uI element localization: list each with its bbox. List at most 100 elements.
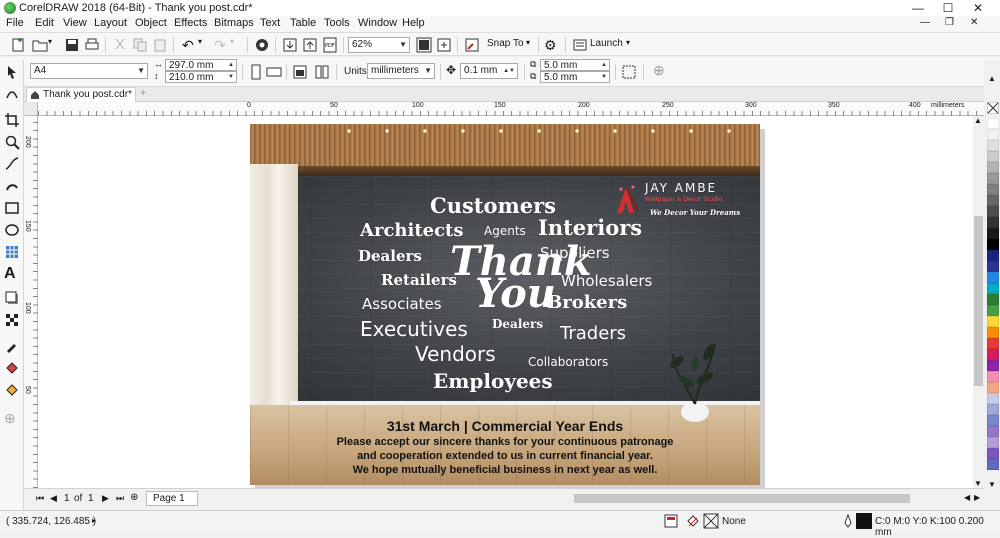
palette-swatch[interactable]	[987, 371, 999, 382]
menu-effects[interactable]: Effects	[174, 17, 207, 29]
smart-fill-icon[interactable]	[4, 382, 20, 398]
palette-swatch[interactable]	[987, 140, 999, 151]
palette-swatch[interactable]	[987, 206, 999, 217]
palette-swatch[interactable]	[987, 228, 999, 239]
outline-pen-icon[interactable]	[842, 514, 854, 528]
zoom-to-page-icon[interactable]	[416, 37, 432, 53]
search-content-icon[interactable]	[254, 37, 270, 53]
menu-text[interactable]: Text	[260, 17, 280, 29]
no-fill-swatch-icon[interactable]	[703, 513, 719, 529]
pick-tool-icon[interactable]	[4, 64, 20, 80]
palette-swatch[interactable]	[987, 239, 999, 250]
launch-button[interactable]: Launch	[590, 38, 623, 49]
redo-dropdown-icon[interactable]: ▾	[230, 37, 246, 53]
palette-swatch[interactable]	[987, 437, 999, 448]
palette-swatch[interactable]	[987, 393, 999, 404]
palette-swatch[interactable]	[987, 448, 999, 459]
drop-shadow-icon[interactable]	[4, 290, 20, 306]
palette-swatch[interactable]	[987, 173, 999, 184]
page-size-select[interactable]: A4 ▼	[30, 63, 148, 79]
horizontal-ruler[interactable]: 0 50 100 150 200 250 300 350 400 millime…	[38, 102, 984, 116]
launch-icon[interactable]	[572, 37, 588, 53]
add-icon[interactable]: ⊕	[653, 62, 665, 79]
fill-icon[interactable]	[686, 514, 700, 528]
page-width-field[interactable]: 297.0 mm ▲	[165, 59, 237, 71]
close-icon[interactable]: ✕	[965, 0, 991, 16]
mdi-restore-icon[interactable]: ❐	[945, 17, 954, 28]
current-page-icon[interactable]	[314, 64, 330, 80]
scroll-right-icon[interactable]: ▶	[974, 493, 980, 502]
previous-page-icon[interactable]: ◀	[50, 493, 57, 504]
palette-swatch[interactable]	[987, 162, 999, 173]
vertical-scroll-thumb[interactable]	[974, 216, 983, 386]
mdi-minimize-icon[interactable]: —	[920, 17, 930, 28]
palette-swatch[interactable]	[987, 459, 999, 470]
add-page-icon[interactable]: ⊕	[130, 492, 138, 503]
menu-file[interactable]: File	[6, 17, 24, 29]
palette-swatch[interactable]	[987, 250, 999, 261]
units-select[interactable]: millimeters ▼	[367, 63, 435, 79]
new-document-icon[interactable]	[10, 37, 26, 53]
palette-swatch[interactable]	[987, 151, 999, 162]
next-page-icon[interactable]: ▶	[102, 493, 109, 504]
vertical-ruler[interactable]: 200 150 100 50	[24, 116, 38, 488]
chevron-right-icon[interactable]: ▸	[92, 516, 96, 525]
landscape-icon[interactable]	[266, 64, 282, 80]
chevron-down-icon[interactable]: ▾	[626, 38, 630, 47]
document-color-settings-icon[interactable]	[664, 514, 678, 528]
vertical-scrollbar[interactable]: ▲ ▼	[973, 116, 984, 488]
palette-swatch[interactable]	[987, 294, 999, 305]
nudge-distance-field[interactable]: 0.1 mm ▲▼	[460, 63, 518, 79]
paste-icon[interactable]	[152, 37, 168, 53]
maximize-icon[interactable]: ☐	[935, 0, 961, 16]
undo-icon[interactable]: ↶	[182, 37, 198, 53]
artistic-media-icon[interactable]	[4, 178, 20, 194]
menu-window[interactable]: Window	[358, 17, 397, 29]
palette-swatch[interactable]	[987, 272, 999, 283]
page-height-field[interactable]: 210.0 mm ▼	[165, 71, 237, 83]
palette-swatch[interactable]	[987, 415, 999, 426]
palette-swatch[interactable]	[987, 217, 999, 228]
menu-view[interactable]: View	[63, 17, 87, 29]
portrait-icon[interactable]	[248, 64, 264, 80]
duplicate-distance-x-field[interactable]: 5.0 mm ▲	[540, 59, 610, 71]
tab-document[interactable]: Thank you post.cdr*	[26, 87, 136, 102]
text-tool-icon[interactable]: A	[4, 266, 20, 282]
scroll-down-icon[interactable]: ▼	[974, 479, 982, 488]
print-icon[interactable]	[84, 37, 100, 53]
export-icon[interactable]	[302, 37, 318, 53]
ellipse-tool-icon[interactable]	[4, 222, 20, 238]
crop-tool-icon[interactable]	[4, 112, 20, 128]
publish-pdf-icon[interactable]: PDF	[322, 37, 338, 53]
palette-swatch[interactable]	[987, 261, 999, 272]
open-folder-icon[interactable]	[32, 37, 48, 53]
ruler-origin[interactable]	[24, 102, 38, 116]
mdi-close-icon[interactable]: ✕	[970, 17, 978, 28]
palette-swatch[interactable]	[987, 283, 999, 294]
palette-swatch[interactable]	[987, 338, 999, 349]
undo-dropdown-icon[interactable]: ▾	[198, 37, 214, 53]
new-tab-icon[interactable]: +	[140, 87, 146, 99]
shape-tool-icon[interactable]	[4, 86, 20, 102]
menu-tools[interactable]: Tools	[324, 17, 350, 29]
save-icon[interactable]	[64, 37, 80, 53]
palette-swatch[interactable]	[987, 327, 999, 338]
zoom-level-select[interactable]: 62% ▼	[348, 37, 410, 53]
horizontal-scroll-thumb[interactable]	[574, 494, 910, 503]
all-pages-icon[interactable]	[292, 64, 308, 80]
menu-table[interactable]: Table	[290, 17, 316, 29]
menu-bitmaps[interactable]: Bitmaps	[214, 17, 254, 29]
palette-swatch[interactable]	[987, 305, 999, 316]
page-tab[interactable]: Page 1	[146, 491, 198, 506]
redo-icon[interactable]: ↷	[214, 37, 230, 53]
menu-edit[interactable]: Edit	[35, 17, 54, 29]
no-color-swatch-icon[interactable]	[987, 102, 999, 114]
palette-swatch[interactable]	[987, 129, 999, 140]
add-tool-icon[interactable]: ⊕	[4, 410, 20, 426]
poster-page[interactable]: Customers Architects Agents Interiors De…	[250, 124, 760, 485]
first-page-icon[interactable]: ⏮	[36, 493, 44, 504]
menu-layout[interactable]: Layout	[94, 17, 127, 29]
zoom-tool-icon[interactable]	[4, 134, 20, 150]
interactive-fill-icon[interactable]	[4, 360, 20, 376]
menu-object[interactable]: Object	[135, 17, 167, 29]
